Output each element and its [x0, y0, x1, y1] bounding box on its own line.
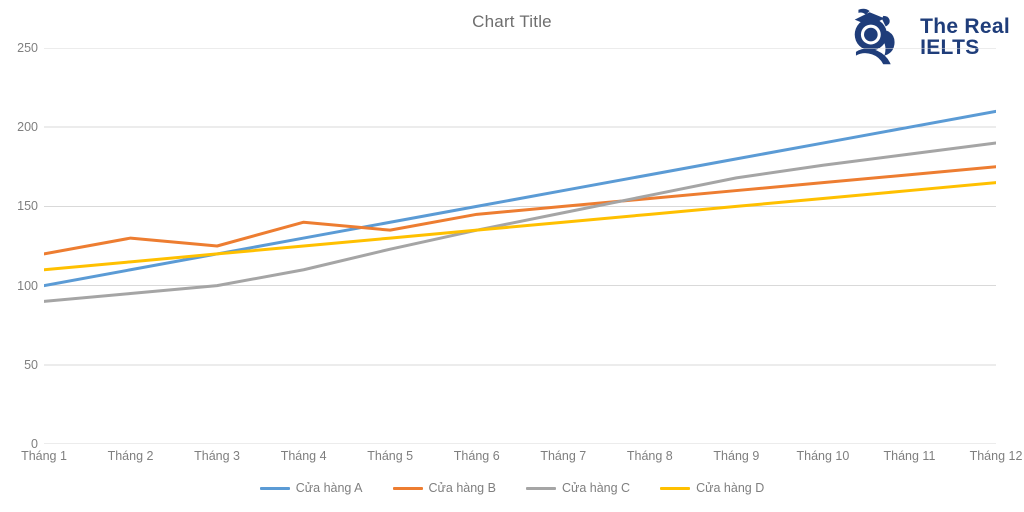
x-axis-tick: Tháng 10 [796, 449, 850, 463]
x-axis-tick: Tháng 5 [367, 449, 414, 463]
series-line-cửa-hàng-a [44, 109, 996, 288]
y-axis-tick: 200 [17, 120, 38, 135]
legend-label: Cửa hàng B [428, 481, 496, 495]
chart-legend: Cửa hàng A Cửa hàng B Cửa hàng C Cửa hàng D [0, 481, 1024, 495]
x-axis-tick: Tháng 4 [280, 449, 327, 463]
logo-line-1: The Real [920, 14, 1010, 38]
y-axis-tick: 250 [17, 41, 38, 55]
legend-label: Cửa hàng A [295, 481, 363, 495]
legend-color-swatch [660, 486, 691, 490]
legend-item[interactable]: Cửa hàng D [660, 481, 764, 495]
series-line-cửa-hàng-d [44, 181, 996, 272]
x-axis-tick: Tháng 3 [194, 449, 241, 463]
series-line-cửa-hàng-b [44, 165, 996, 256]
y-axis: 250 200 150 100 50 0 [0, 41, 38, 451]
gridlines [44, 48, 996, 444]
plot-area [44, 48, 996, 444]
chart-container: Chart Title The Real IELTS 250 200 150 100 5… [0, 0, 1024, 512]
legend-item[interactable]: Cửa hàng B [392, 481, 496, 495]
plot-svg [44, 48, 996, 444]
series-line-cửa-hàng-c [44, 141, 996, 303]
y-axis-tick: 50 [24, 357, 38, 372]
x-axis-tick: Tháng 7 [540, 449, 587, 463]
x-axis-tick: Tháng 9 [713, 449, 760, 463]
y-axis-tick: 150 [17, 199, 38, 214]
x-axis-tick: Tháng 6 [453, 449, 500, 463]
x-axis-tick: Tháng 1 [21, 449, 67, 463]
x-axis-tick: Tháng 11 [883, 449, 936, 463]
legend-label: Cửa hàng C [561, 481, 631, 495]
x-axis: Tháng 1 Tháng 2 Tháng 3 Tháng 4 Tháng 5 Tháng… [21, 449, 1022, 469]
legend-label: Cửa hàng D [696, 481, 765, 495]
legend-color-swatch [392, 486, 423, 490]
legend-color-swatch [259, 486, 290, 490]
y-axis-tick: 100 [17, 278, 38, 293]
x-axis-tick: Tháng 2 [107, 449, 154, 463]
x-axis-tick: Tháng 8 [626, 449, 673, 463]
legend-color-swatch [525, 486, 556, 490]
legend-item[interactable]: Cửa hàng C [525, 481, 631, 495]
legend-item[interactable]: Cửa hàng A [259, 481, 363, 495]
x-axis-tick: Tháng 12 [969, 449, 1023, 463]
